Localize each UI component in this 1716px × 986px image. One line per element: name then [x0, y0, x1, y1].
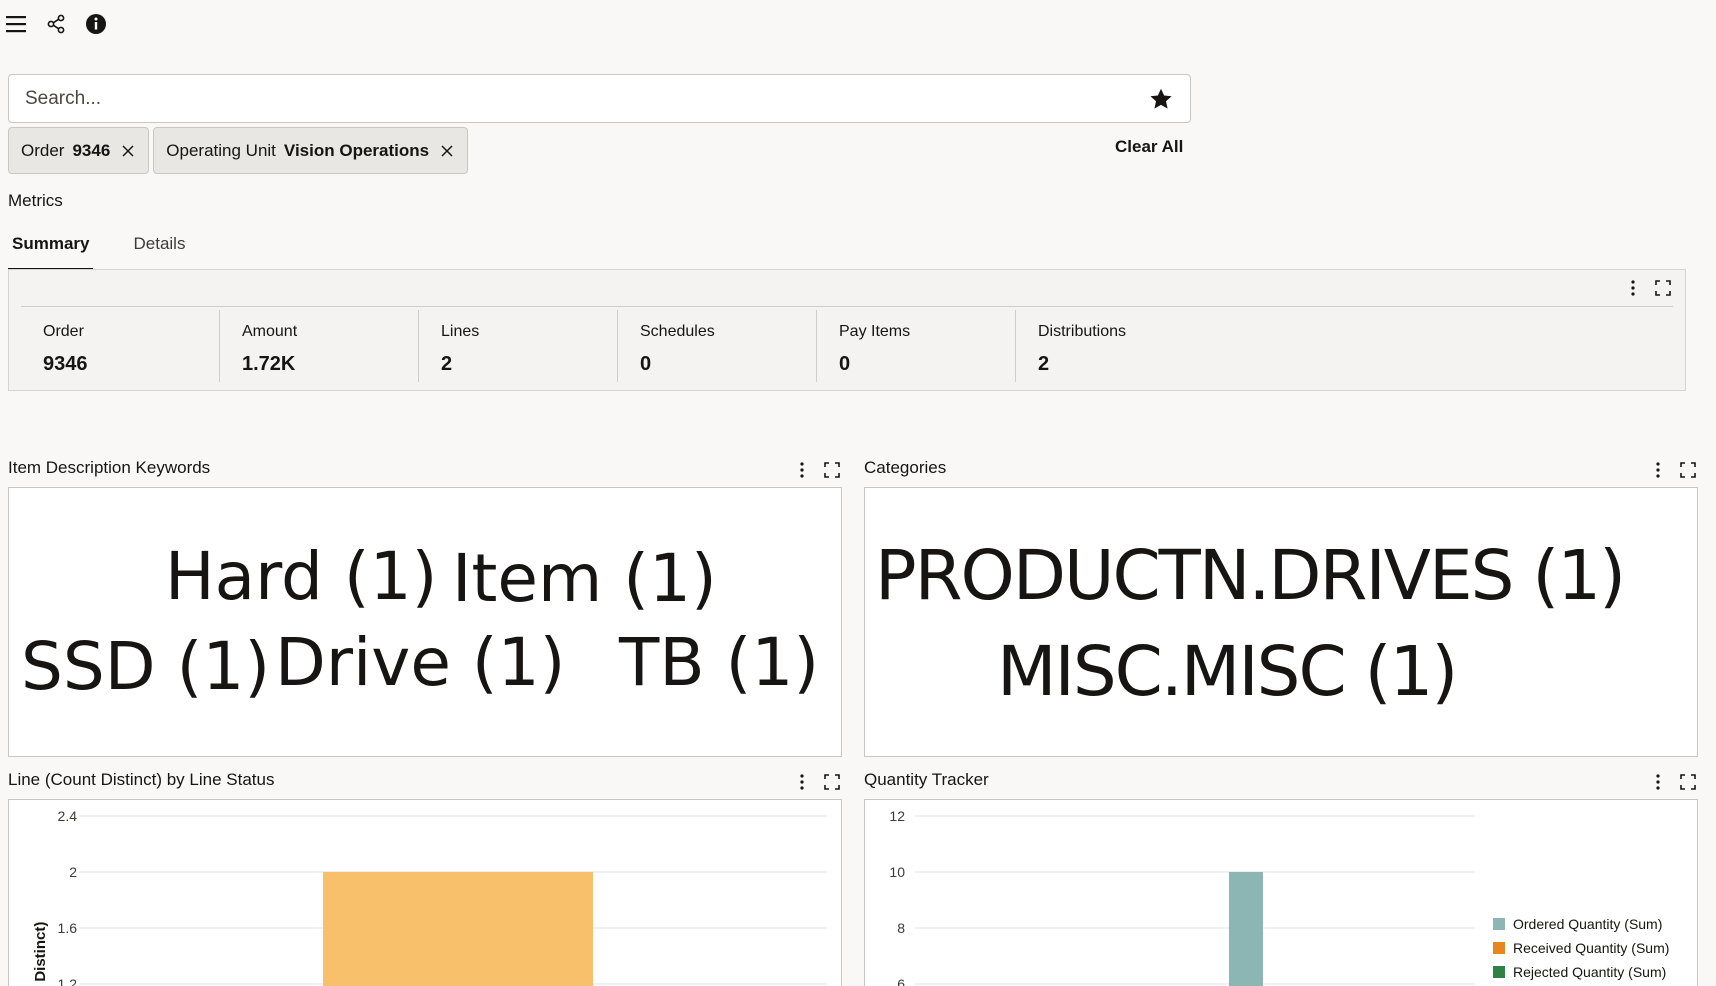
y-tick-label: 1.2 — [58, 976, 78, 986]
share-icon[interactable] — [44, 12, 68, 36]
category-tag[interactable]: PRODUCTN.DRIVES (1) — [875, 536, 1626, 616]
quantity-tracker-title: Quantity Tracker — [864, 770, 989, 789]
legend-item-rejected[interactable]: Rejected Quantity (Sum) — [1493, 964, 1669, 980]
kpi-value: 0 — [640, 353, 652, 375]
filter-chip-operating-unit[interactable]: Operating Unit Vision Operations — [153, 127, 469, 174]
chart-bar — [1229, 872, 1263, 986]
keyword-tag[interactable]: Item (1) — [452, 540, 717, 617]
keywords-word-cloud: Hard (1) Item (1) SSD (1) Drive (1) TB (… — [8, 487, 842, 757]
legend-swatch — [1493, 966, 1505, 978]
close-icon[interactable] — [120, 143, 136, 159]
kpi-label: Amount — [242, 323, 298, 340]
categories-tools — [1638, 460, 1698, 480]
filter-chip-value: 9346 — [72, 140, 111, 160]
kpi-value: 2 — [441, 353, 453, 375]
filter-chips: Order 9346 Operating Unit Vision Operati… — [8, 127, 472, 174]
top-toolbar — [4, 10, 124, 38]
panel-tools — [1613, 278, 1673, 298]
metrics-tabs: Summary Details — [8, 230, 225, 271]
y-tick-label: 6 — [897, 976, 905, 986]
y-tick-label: 1.6 — [58, 920, 78, 936]
quantity-tracker-chart: 12 10 8 6 Ordered Quantity (Sum) Received Q… — [864, 799, 1698, 986]
keyword-tag[interactable]: TB (1) — [619, 624, 819, 701]
kpi-label: Order — [43, 323, 84, 340]
legend-label: Received Quantity (Sum) — [1513, 940, 1670, 956]
keyword-tag[interactable]: Hard (1) — [165, 538, 437, 615]
legend-label: Rejected Quantity (Sum) — [1513, 964, 1667, 980]
more-options-icon[interactable] — [1623, 278, 1643, 298]
tab-summary[interactable]: Summary — [8, 230, 94, 271]
keywords-title: Item Description Keywords — [8, 458, 211, 477]
chart-bar — [323, 872, 593, 986]
kpi-row: Order 9346 Amount 1.72K Lines 2 Schedule… — [21, 310, 1215, 382]
filter-chip-order[interactable]: Order 9346 — [8, 127, 150, 174]
info-icon[interactable] — [84, 12, 108, 36]
kpi-label: Pay Items — [839, 323, 911, 340]
summary-panel: Order 9346 Amount 1.72K Lines 2 Schedule… — [8, 269, 1686, 391]
more-options-icon[interactable] — [792, 772, 812, 792]
divider — [21, 306, 1673, 307]
expand-icon[interactable] — [822, 460, 842, 480]
category-tag[interactable]: MISC.MISC (1) — [997, 632, 1458, 712]
search-input[interactable] — [25, 87, 1148, 110]
kpi-schedules[interactable]: Schedules 0 — [618, 310, 817, 382]
filter-chip-label: Order — [21, 140, 65, 160]
y-axis-label: nt Distinct) — [32, 922, 49, 986]
kpi-value: 9346 — [43, 353, 88, 375]
y-tick-label: 2.4 — [58, 808, 78, 824]
kpi-order[interactable]: Order 9346 — [21, 310, 220, 382]
close-icon[interactable] — [439, 143, 455, 159]
kpi-lines[interactable]: Lines 2 — [419, 310, 618, 382]
keywords-tools — [782, 460, 842, 480]
keyword-tag[interactable]: SSD (1) — [21, 628, 270, 705]
kpi-label: Lines — [441, 323, 480, 340]
kpi-value: 0 — [839, 353, 851, 375]
hamburger-menu-icon[interactable] — [4, 12, 28, 36]
line-status-chart-svg: 2.4 2 1.6 1.2 nt Distinct) — [32, 808, 827, 986]
categories-word-cloud: PRODUCTN.DRIVES (1) MISC.MISC (1) — [864, 487, 1698, 757]
search-bar — [8, 74, 1191, 123]
kpi-pay-items[interactable]: Pay Items 0 — [817, 310, 1016, 382]
more-options-icon[interactable] — [1648, 460, 1668, 480]
keyword-tag[interactable]: Drive (1) — [275, 624, 565, 701]
metrics-title: Metrics — [8, 191, 63, 210]
kpi-distributions[interactable]: Distributions 2 — [1016, 310, 1215, 382]
y-tick-label: 8 — [897, 920, 905, 936]
quantity-tracker-tools — [1638, 772, 1698, 792]
y-tick-label: 2 — [69, 864, 77, 880]
legend-item-ordered[interactable]: Ordered Quantity (Sum) — [1493, 916, 1669, 932]
more-options-icon[interactable] — [1648, 772, 1668, 792]
line-status-title: Line (Count Distinct) by Line Status — [8, 770, 275, 789]
filter-chip-value: Vision Operations — [283, 140, 430, 160]
clear-all-link[interactable]: Clear All — [1115, 137, 1183, 157]
kpi-value: 2 — [1038, 353, 1050, 375]
more-options-icon[interactable] — [792, 460, 812, 480]
expand-icon[interactable] — [822, 772, 842, 792]
legend-item-received[interactable]: Received Quantity (Sum) — [1493, 940, 1669, 956]
expand-icon[interactable] — [1678, 460, 1698, 480]
expand-icon[interactable] — [1678, 772, 1698, 792]
y-tick-label: 10 — [889, 864, 905, 880]
legend-swatch — [1493, 918, 1505, 930]
kpi-label: Schedules — [640, 323, 715, 340]
legend-swatch — [1493, 942, 1505, 954]
expand-icon[interactable] — [1653, 278, 1673, 298]
tab-details[interactable]: Details — [129, 230, 189, 271]
categories-title: Categories — [864, 458, 947, 477]
line-status-chart: 2.4 2 1.6 1.2 nt Distinct) — [8, 799, 842, 986]
filter-chip-label: Operating Unit — [166, 140, 276, 160]
chart-legend: Ordered Quantity (Sum) Received Quantity… — [1493, 916, 1669, 986]
kpi-amount[interactable]: Amount 1.72K — [220, 310, 419, 382]
kpi-value: 1.72K — [242, 353, 296, 375]
line-status-tools — [782, 772, 842, 792]
kpi-label: Distributions — [1038, 323, 1127, 340]
legend-label: Ordered Quantity (Sum) — [1513, 916, 1663, 932]
star-icon[interactable] — [1148, 86, 1174, 112]
y-tick-label: 12 — [889, 808, 905, 824]
